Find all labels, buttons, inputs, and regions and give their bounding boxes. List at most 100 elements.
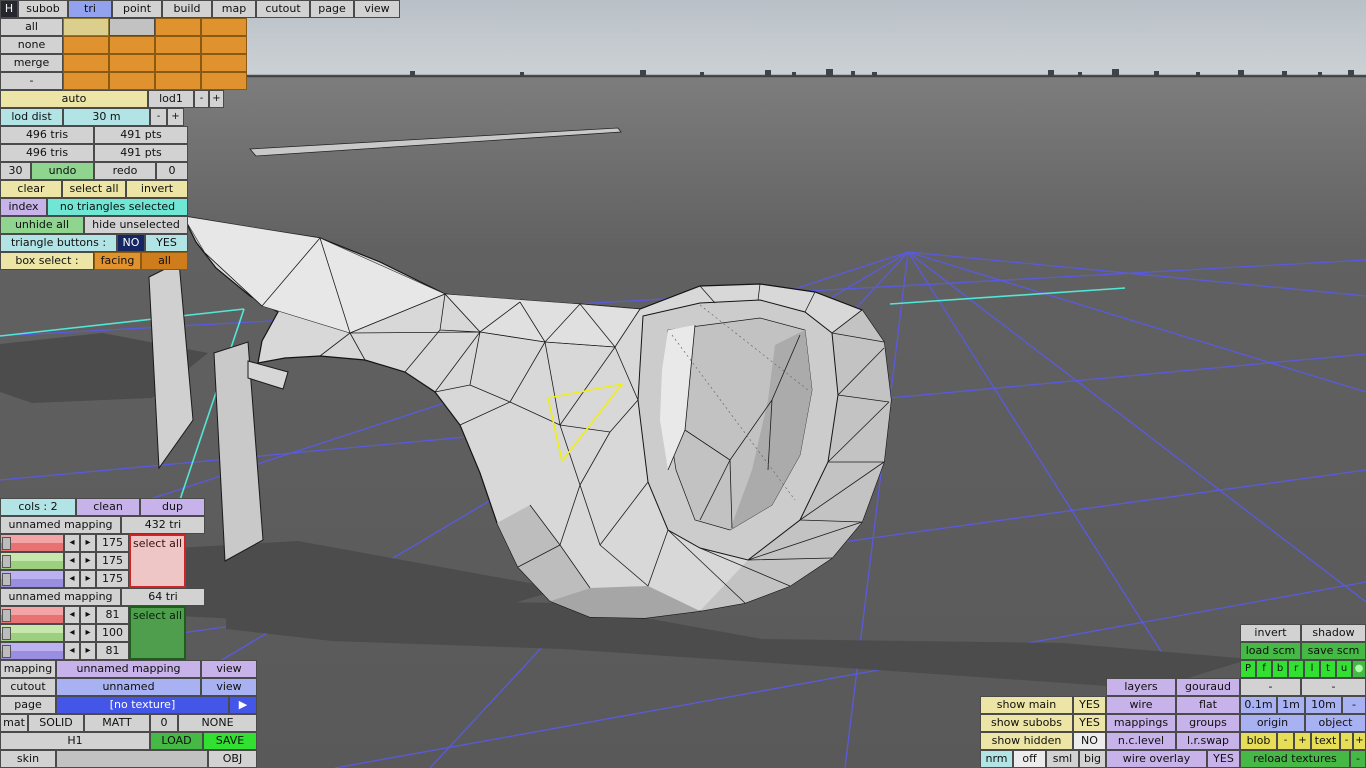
shadow-button[interactable]: shadow [1301,624,1366,642]
tab-view[interactable]: view [354,0,400,18]
subob-grid-cell[interactable] [155,72,201,90]
grid-10m-button[interactable]: 10m [1305,696,1342,714]
mapping-view-button[interactable]: view [201,660,257,678]
view-dot-icon[interactable]: ● [1352,660,1366,678]
page-texture-value[interactable]: [no texture] [56,696,229,714]
viewport-3d[interactable] [0,0,1366,768]
show-subobs-toggle[interactable]: YES [1073,714,1106,732]
slider-thumb[interactable] [2,645,11,658]
nrm-big-button[interactable]: big [1079,750,1106,768]
lr-swap-button[interactable]: l.r.swap [1176,732,1240,750]
triangle-buttons-no[interactable]: NO [117,234,145,252]
mapping-name[interactable]: unnamed mapping [0,516,121,534]
tab-point[interactable]: point [112,0,162,18]
mapping-value[interactable]: unnamed mapping [56,660,201,678]
subob-grid-cell[interactable] [155,36,201,54]
slider-left-arrow[interactable]: ◂ [64,534,80,552]
mat-none-button[interactable]: NONE [178,714,257,732]
grid-01m-button[interactable]: 0.1m [1240,696,1277,714]
invert-button[interactable]: invert [126,180,188,198]
text-plus-button[interactable]: + [1353,732,1366,750]
unhide-all-button[interactable]: unhide all [0,216,84,234]
auto-button[interactable]: auto [0,90,148,108]
layers-button[interactable]: layers [1106,678,1176,696]
redo-button[interactable]: redo [94,162,156,180]
slider-left-arrow[interactable]: ◂ [64,570,80,588]
slider-right-arrow[interactable]: ▸ [80,606,96,624]
subob-grid-cell[interactable] [63,36,109,54]
clear-button[interactable]: clear [0,180,62,198]
undo-button[interactable]: undo [31,162,94,180]
load-button[interactable]: LOAD [150,732,203,750]
tab-cutout[interactable]: cutout [256,0,310,18]
dup-button[interactable]: dup [140,498,205,516]
tab-page[interactable]: page [310,0,354,18]
lod-dist-plus-button[interactable]: + [167,108,184,126]
save-scm-button[interactable]: save scm [1301,642,1366,660]
mat-matt-button[interactable]: MATT [84,714,150,732]
slider-left-arrow[interactable]: ◂ [64,642,80,660]
nrm-sml-button[interactable]: sml [1046,750,1079,768]
box-select-facing[interactable]: facing [94,252,141,270]
color-slider-green[interactable] [0,552,64,570]
grid-dash-button[interactable]: - [1342,696,1366,714]
color-slider-red[interactable] [0,534,64,552]
slider-right-arrow[interactable]: ▸ [80,534,96,552]
nrm-off-button[interactable]: off [1013,750,1046,768]
skin-button[interactable]: skin [0,750,56,768]
color-slider-red[interactable] [0,606,64,624]
subob-grid-cell[interactable] [63,18,109,36]
subob-grid-cell[interactable] [201,72,247,90]
show-hidden-toggle[interactable]: NO [1073,732,1106,750]
tab-map[interactable]: map [212,0,256,18]
mappings-button[interactable]: mappings [1106,714,1176,732]
view-t-button[interactable]: t [1320,660,1336,678]
view-l-button[interactable]: l [1304,660,1320,678]
origin-button[interactable]: origin [1240,714,1305,732]
slider-left-arrow[interactable]: ◂ [64,552,80,570]
slider-left-arrow[interactable]: ◂ [64,624,80,642]
nrm-button[interactable]: nrm [980,750,1013,768]
mapping-name[interactable]: unnamed mapping [0,588,121,606]
hide-unselected-button[interactable]: hide unselected [84,216,188,234]
mat-solid-button[interactable]: SOLID [28,714,84,732]
lod-dist-minus-button[interactable]: - [150,108,167,126]
tab-h[interactable]: H [0,0,18,18]
text-button[interactable]: text [1311,732,1340,750]
subob-grid-cell[interactable] [201,54,247,72]
slider-thumb[interactable] [2,609,11,622]
view-f-button[interactable]: f [1256,660,1272,678]
box-select-all[interactable]: all [141,252,188,270]
invert-button[interactable]: invert [1240,624,1301,642]
select-all-mapping-button[interactable]: select all [129,606,186,660]
wire-overlay-toggle[interactable]: YES [1207,750,1240,768]
lod-dist-value[interactable]: 30 m [63,108,150,126]
cutout-view-button[interactable]: view [201,678,257,696]
view-b-button[interactable]: b [1272,660,1288,678]
clean-button[interactable]: clean [76,498,140,516]
slider-left-arrow[interactable]: ◂ [64,606,80,624]
flat-button[interactable]: flat [1176,696,1240,714]
obj-button[interactable]: OBJ [208,750,257,768]
save-button[interactable]: SAVE [203,732,257,750]
slider-thumb[interactable] [2,537,11,550]
slider-thumb[interactable] [2,555,11,568]
groups-button[interactable]: groups [1176,714,1240,732]
grid-1m-button[interactable]: 1m [1277,696,1305,714]
subob-grid-cell[interactable] [109,18,155,36]
lod-plus-button[interactable]: + [209,90,224,108]
tab-build[interactable]: build [162,0,212,18]
slider-thumb[interactable] [2,627,11,640]
mat-zero-button[interactable]: 0 [150,714,178,732]
subob-grid-cell[interactable] [201,36,247,54]
view-p-button[interactable]: P [1240,660,1256,678]
color-slider-blue[interactable] [0,642,64,660]
blob-minus-button[interactable]: - [1277,732,1294,750]
slider-thumb[interactable] [2,573,11,586]
wire-button[interactable]: wire [1106,696,1176,714]
file-name[interactable]: H1 [0,732,150,750]
subob-grid-cell[interactable] [63,54,109,72]
slider-right-arrow[interactable]: ▸ [80,642,96,660]
view-r-button[interactable]: r [1288,660,1304,678]
lod1-button[interactable]: lod1 [148,90,194,108]
